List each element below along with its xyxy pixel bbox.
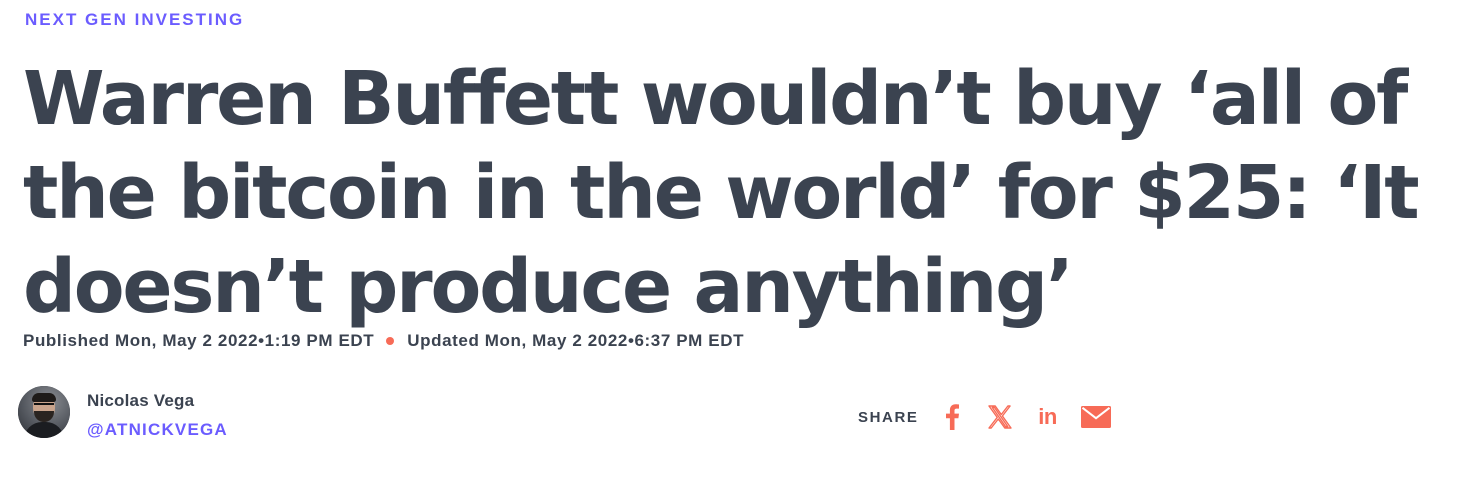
- share-facebook-button[interactable]: [937, 402, 967, 432]
- share-label: SHARE: [858, 408, 919, 426]
- separator-dot: [386, 337, 395, 345]
- share-email-button[interactable]: [1080, 402, 1111, 432]
- section-kicker-link[interactable]: NEXT GEN INVESTING: [25, 10, 244, 30]
- article-headline: Warren Buffett wouldn’t buy ‘all of the …: [23, 56, 1420, 330]
- author-info: Nicolas Vega @ATNICKVEGA: [87, 386, 228, 440]
- x-icon: [987, 405, 1012, 429]
- share-bar: SHARE in: [858, 402, 1129, 432]
- author-twitter-handle-link[interactable]: @ATNICKVEGA: [87, 420, 228, 440]
- updated-time: Updated Mon, May 2 2022•6:37 PM EDT: [407, 331, 745, 350]
- article-timestamps: Published Mon, May 2 2022•1:19 PM EDT Up…: [23, 331, 744, 351]
- share-linkedin-button[interactable]: in: [1033, 402, 1063, 432]
- share-x-button[interactable]: [985, 402, 1015, 432]
- facebook-icon: [945, 404, 959, 430]
- published-time: Published Mon, May 2 2022•1:19 PM EDT: [23, 331, 375, 350]
- linkedin-icon: in: [1038, 404, 1057, 429]
- author-byline: Nicolas Vega @ATNICKVEGA: [18, 386, 228, 440]
- author-name-link[interactable]: Nicolas Vega: [87, 391, 228, 411]
- email-icon: [1080, 406, 1111, 428]
- author-avatar[interactable]: [18, 386, 70, 438]
